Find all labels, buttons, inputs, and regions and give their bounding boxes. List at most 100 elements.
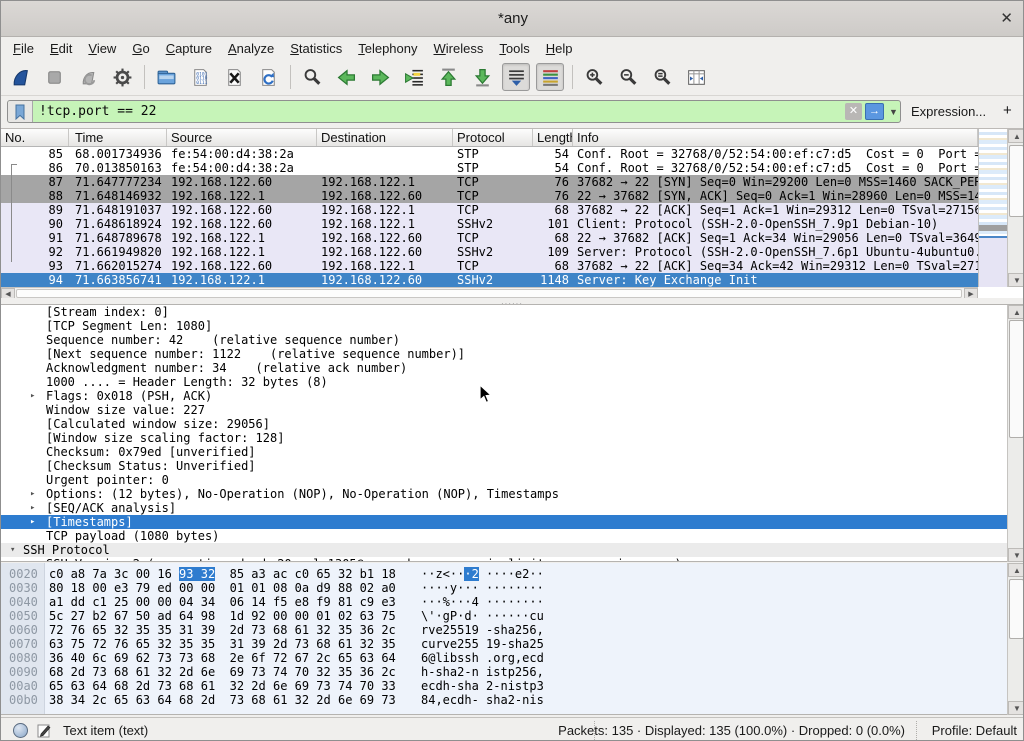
menu-tools[interactable]: Tools — [491, 39, 537, 58]
scrollbar-thumb[interactable] — [1009, 145, 1024, 217]
auto-scroll-icon[interactable] — [502, 63, 530, 91]
menu-statistics[interactable]: Statistics — [282, 39, 350, 58]
packet-list-header[interactable]: No.TimeSourceDestinationProtocolLengthIn… — [1, 129, 978, 147]
detail-row[interactable]: Acknowledgment number: 34 (relative ack … — [1, 361, 1007, 375]
expand-arrow-icon[interactable]: ▸ — [30, 389, 35, 403]
scrollbar-thumb[interactable] — [16, 289, 962, 298]
menu-edit[interactable]: Edit — [42, 39, 80, 58]
hex-row[interactable]: 0020 c0 a8 7a 3c 00 16 93 32 85 a3 ac c0… — [1, 567, 1007, 581]
capture-restart-icon[interactable] — [74, 63, 102, 91]
detail-row[interactable]: ▸ SSH Version 2 (encryption:chacha20-pol… — [1, 557, 1007, 562]
capture-options-icon[interactable] — [108, 63, 136, 91]
go-first-icon[interactable] — [434, 63, 462, 91]
detail-row[interactable]: [TCP Segment Len: 1080] — [1, 319, 1007, 333]
packet-row[interactable]: 94 71.663856741 192.168.122.1 192.168.12… — [1, 273, 978, 287]
filter-clear-icon[interactable]: ✕ — [845, 103, 862, 120]
file-save-icon[interactable]: 010101100111 — [186, 63, 214, 91]
column-header-info[interactable]: Info — [573, 129, 978, 146]
filter-dropdown-icon[interactable]: ▼ — [887, 107, 900, 117]
detail-row[interactable]: Checksum: 0x79ed [unverified] — [1, 445, 1007, 459]
packet-row[interactable]: 92 71.661949820 192.168.122.1 192.168.12… — [1, 245, 978, 259]
filter-bookmark-button[interactable] — [8, 101, 33, 122]
detail-row[interactable]: 1000 .... = Header Length: 32 bytes (8) — [1, 375, 1007, 389]
resize-columns-icon[interactable] — [682, 63, 710, 91]
zoom-100-icon[interactable] — [648, 63, 676, 91]
find-packet-icon[interactable] — [298, 63, 326, 91]
scroll-up-icon[interactable]: ▲ — [1008, 305, 1024, 319]
detail-row[interactable]: [Next sequence number: 1122 (relative se… — [1, 347, 1007, 361]
go-to-packet-icon[interactable] — [400, 63, 428, 91]
close-window-icon[interactable]: ✕ — [1000, 9, 1013, 27]
menu-view[interactable]: View — [80, 39, 124, 58]
scroll-down-icon[interactable]: ▼ — [1008, 548, 1024, 562]
packet-row[interactable]: 87 71.647777234 192.168.122.60 192.168.1… — [1, 175, 978, 189]
column-header-no[interactable]: No. — [1, 129, 69, 146]
menu-telephony[interactable]: Telephony — [350, 39, 425, 58]
scroll-down-icon[interactable]: ▼ — [1008, 701, 1024, 715]
scroll-up-icon[interactable]: ▲ — [1008, 129, 1024, 143]
hex-row[interactable]: 00b0 38 34 2c 65 63 64 68 2d 73 68 61 32… — [1, 693, 1007, 707]
detail-row[interactable]: [Calculated window size: 29056] — [1, 417, 1007, 431]
column-header-time[interactable]: Time — [69, 129, 167, 146]
hex-row[interactable]: 0050 5c 27 b2 67 50 ad 64 98 1d 92 00 00… — [1, 609, 1007, 623]
detail-row[interactable]: Window size value: 227 — [1, 403, 1007, 417]
file-reload-icon[interactable] — [254, 63, 282, 91]
expression-button[interactable]: Expression... — [911, 104, 986, 119]
column-header-proto[interactable]: Protocol — [453, 129, 533, 146]
expand-arrow-icon[interactable]: ▸ — [30, 501, 35, 515]
expand-arrow-icon[interactable]: ▸ — [30, 515, 35, 529]
packet-row[interactable]: 85 68.001734936 fe:54:00:d4:38:2a STP 54… — [1, 147, 978, 161]
hex-row[interactable]: 0030 80 18 00 e3 79 ed 00 00 01 01 08 0a… — [1, 581, 1007, 595]
scrollbar-thumb[interactable] — [1009, 579, 1024, 639]
hex-row[interactable]: 0040 a1 dd c1 25 00 00 04 34 06 14 f5 e8… — [1, 595, 1007, 609]
menu-help[interactable]: Help — [538, 39, 581, 58]
detail-row[interactable]: Sequence number: 42 (relative sequence n… — [1, 333, 1007, 347]
hex-row[interactable]: 00a0 65 63 64 68 2d 73 68 61 32 2d 6e 69… — [1, 679, 1007, 693]
menu-capture[interactable]: Capture — [158, 39, 220, 58]
go-back-icon[interactable] — [332, 63, 360, 91]
title-bar[interactable]: *any ✕ — [1, 1, 1024, 37]
menu-file[interactable]: File — [5, 39, 42, 58]
filter-apply-icon[interactable]: → — [865, 103, 884, 120]
hex-row[interactable]: 0080 36 40 6c 69 62 73 73 68 2e 6f 72 67… — [1, 651, 1007, 665]
detail-row[interactable]: [Window size scaling factor: 128] — [1, 431, 1007, 445]
column-header-len[interactable]: Length — [533, 129, 573, 146]
file-close-icon[interactable] — [220, 63, 248, 91]
expand-arrow-icon[interactable]: ▾ — [10, 543, 15, 557]
menu-wireless[interactable]: Wireless — [426, 39, 492, 58]
expand-arrow-icon[interactable]: ▸ — [30, 557, 35, 562]
scrollbar-thumb[interactable] — [1009, 320, 1024, 438]
packet-row[interactable]: 90 71.648618924 192.168.122.60 192.168.1… — [1, 217, 978, 231]
packet-row[interactable]: 91 71.648789678 192.168.122.1 192.168.12… — [1, 231, 978, 245]
expert-info-icon[interactable] — [13, 723, 28, 738]
column-header-src[interactable]: Source — [167, 129, 317, 146]
packet-row[interactable]: 93 71.662015274 192.168.122.60 192.168.1… — [1, 259, 978, 273]
intelligent-scrollbar-minimap[interactable] — [978, 129, 1007, 287]
detail-row[interactable]: Urgent pointer: 0 — [1, 473, 1007, 487]
zoom-in-icon[interactable] — [580, 63, 608, 91]
expand-arrow-icon[interactable]: ▸ — [30, 487, 35, 501]
file-open-icon[interactable] — [152, 63, 180, 91]
zoom-out-icon[interactable] — [614, 63, 642, 91]
menu-analyze[interactable]: Analyze — [220, 39, 282, 58]
detail-row[interactable]: ▾ SSH Protocol — [1, 543, 1007, 557]
add-filter-button[interactable]: + — [1003, 102, 1012, 119]
detail-row[interactable]: ▸ Options: (12 bytes), No-Operation (NOP… — [1, 487, 1007, 501]
go-last-icon[interactable] — [468, 63, 496, 91]
detail-row[interactable]: ▸ Flags: 0x018 (PSH, ACK) — [1, 389, 1007, 403]
capture-stop-icon[interactable] — [40, 63, 68, 91]
scroll-up-icon[interactable]: ▲ — [1008, 563, 1024, 577]
hex-row[interactable]: 0090 68 2d 73 68 61 32 2d 6e 69 73 74 70… — [1, 665, 1007, 679]
hex-row[interactable]: 0060 72 76 65 32 35 35 31 39 2d 73 68 61… — [1, 623, 1007, 637]
packet-row[interactable]: 86 70.013850163 fe:54:00:d4:38:2a STP 54… — [1, 161, 978, 175]
menu-go[interactable]: Go — [124, 39, 157, 58]
details-vscrollbar[interactable]: ▲ ▼ — [1007, 305, 1024, 562]
capture-comment-icon[interactable] — [37, 723, 52, 738]
colorize-packets-icon[interactable] — [536, 63, 564, 91]
display-filter-input[interactable] — [33, 101, 845, 122]
detail-row[interactable]: [Stream index: 0] — [1, 305, 1007, 319]
column-header-dst[interactable]: Destination — [317, 129, 453, 146]
hex-row[interactable]: 0070 63 75 72 76 65 32 35 35 31 39 2d 73… — [1, 637, 1007, 651]
packet-row[interactable]: 89 71.648191037 192.168.122.60 192.168.1… — [1, 203, 978, 217]
packet-row[interactable]: 88 71.648146932 192.168.122.1 192.168.12… — [1, 189, 978, 203]
